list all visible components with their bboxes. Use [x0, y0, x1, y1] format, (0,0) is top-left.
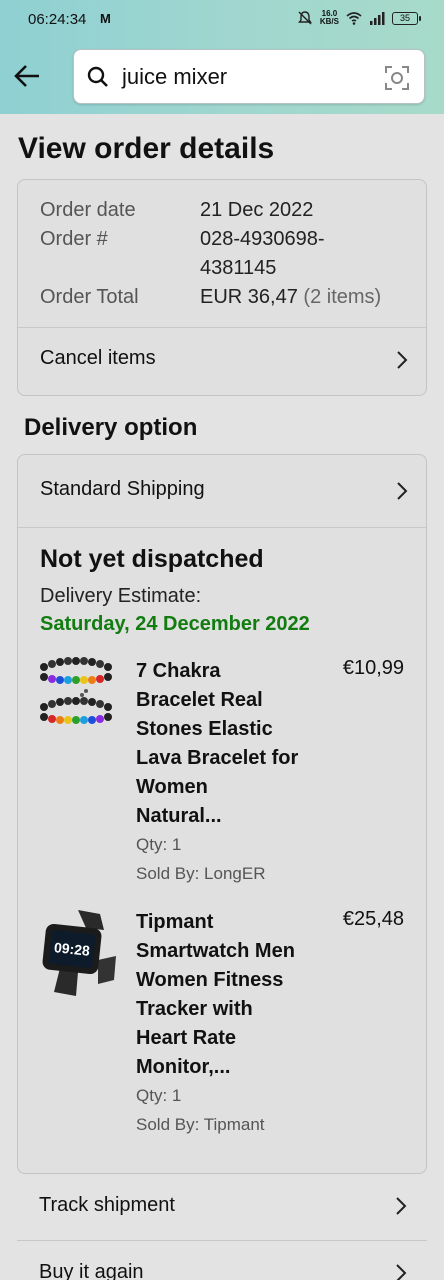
item-price: €25,48 — [342, 908, 404, 930]
back-arrow-icon[interactable] — [12, 62, 44, 90]
status-time: 06:24:34 — [28, 11, 87, 28]
track-shipment-label: Track shipment — [39, 1194, 175, 1216]
item-name[interactable]: 7 Chakra Bracelet Real Stones Elastic La… — [136, 657, 316, 831]
divider — [18, 527, 426, 528]
chevron-right-icon — [397, 482, 408, 500]
camera-scan-icon[interactable] — [384, 65, 410, 91]
delivery-section-title: Delivery option — [24, 414, 198, 441]
item-seller: Sold By: LongER — [136, 864, 266, 883]
item-qty: Qty: 1 — [136, 1086, 182, 1105]
order-number-line2: 4381145 — [200, 257, 277, 279]
cancel-items-label: Cancel items — [40, 347, 156, 369]
chevron-right-icon — [396, 1197, 407, 1215]
network-speed: 16.0 KB/S — [319, 9, 339, 26]
dispatch-status: Not yet dispatched — [40, 545, 264, 573]
buy-again-row[interactable]: Buy it again — [17, 1241, 427, 1280]
order-total-label: Order Total — [40, 286, 139, 308]
order-number-line1: 028-4930698- — [200, 228, 325, 250]
order-total-value: EUR 36,47 — [200, 286, 298, 308]
buy-again-label: Buy it again — [39, 1261, 144, 1280]
battery-icon: 35 — [392, 11, 421, 25]
top-header: 06:24:34 M 16.0 KB/S 35 juice mixer — [0, 0, 444, 114]
delivery-estimate-date: Saturday, 24 December 2022 — [40, 613, 310, 635]
chevron-right-icon — [396, 1264, 407, 1280]
chevron-right-icon — [397, 351, 408, 369]
status-icons: 16.0 KB/S 35 — [297, 9, 421, 26]
item-name[interactable]: Tipmant Smartwatch Men Women Fitness Tra… — [136, 908, 316, 1082]
signal-icon — [370, 12, 385, 25]
cancel-items-row[interactable]: Cancel items — [18, 328, 426, 392]
order-total: EUR 36,47 (2 items) — [200, 283, 381, 312]
delivery-estimate-label: Delivery Estimate: — [40, 585, 202, 607]
bracelet-image — [40, 657, 112, 724]
status-bar: 06:24:34 M 16.0 KB/S 35 — [0, 0, 444, 38]
search-icon — [87, 66, 108, 87]
item-price: €10,99 — [342, 657, 404, 679]
wifi-icon — [346, 12, 362, 25]
bell-muted-icon — [297, 11, 312, 25]
delivery-card: Standard Shipping Not yet dispatched Del… — [17, 454, 427, 1174]
page-title: View order details — [18, 132, 275, 165]
order-total-items: (2 items) — [303, 286, 382, 308]
smartwatch-image: 09:28 — [42, 910, 116, 996]
shipping-option-label: Standard Shipping — [40, 478, 205, 500]
item-seller: Sold By: Tipmant — [136, 1115, 265, 1134]
shipping-option-row[interactable]: Standard Shipping — [18, 459, 426, 523]
order-number-label: Order # — [40, 228, 108, 250]
item-qty: Qty: 1 — [136, 835, 182, 854]
order-date-value: 21 Dec 2022 — [200, 199, 314, 221]
order-date-label: Order date — [40, 199, 136, 221]
search-input[interactable]: juice mixer — [122, 64, 227, 90]
search-bar[interactable]: juice mixer — [73, 49, 425, 104]
mail-icon: M — [100, 11, 111, 26]
order-summary-card: Order date 21 Dec 2022 Order # 028-49306… — [17, 179, 427, 396]
track-shipment-row[interactable]: Track shipment — [17, 1174, 427, 1238]
